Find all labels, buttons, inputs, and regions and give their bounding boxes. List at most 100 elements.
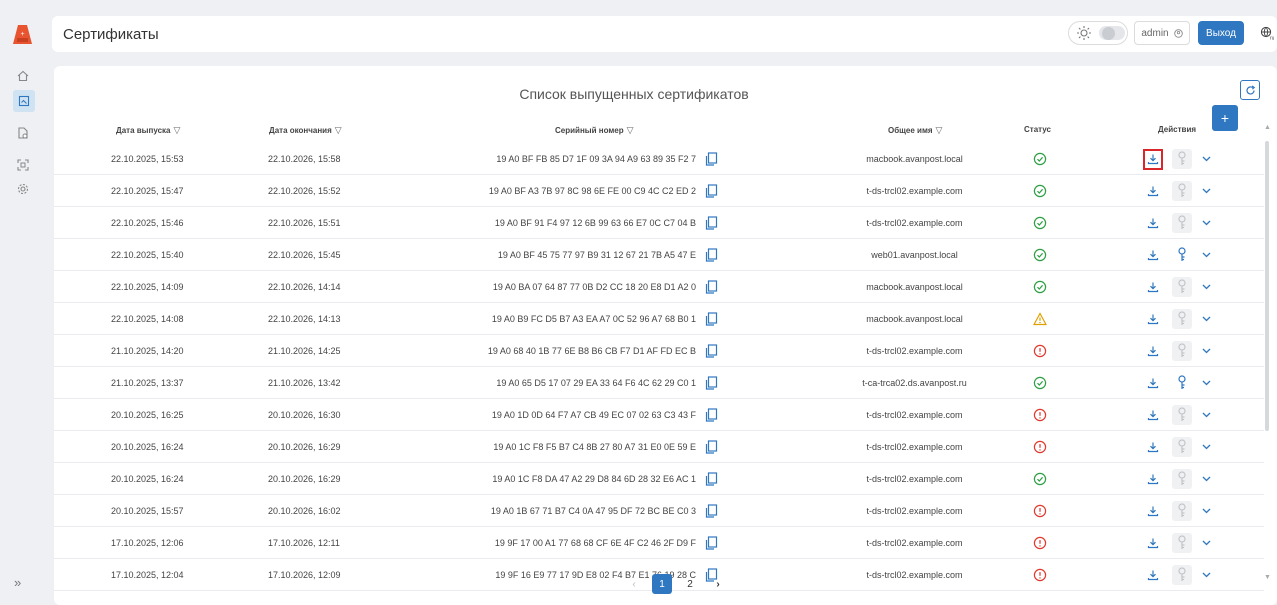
chevron-down-icon[interactable] (1199, 239, 1213, 271)
table-row[interactable]: 20.10.2025, 16:25 20.10.2026, 16:30 19 A0 … (54, 399, 1264, 431)
filter-icon[interactable]: ▽ (936, 125, 943, 136)
table-row[interactable]: 21.10.2025, 13:37 21.10.2026, 13:42 19 A0 … (54, 367, 1264, 399)
serial-number-cell: 19 A0 68 40 1B 77 6E B8 B6 CB F7 D1 AF F… (487, 346, 696, 356)
chevron-down-icon[interactable] (1199, 431, 1213, 463)
copy-icon[interactable] (705, 271, 718, 303)
table-row[interactable]: 20.10.2025, 15:57 20.10.2026, 16:02 19 A0 … (54, 495, 1264, 527)
status-ok-icon (1028, 175, 1052, 207)
chevron-down-icon[interactable] (1199, 143, 1213, 175)
chevron-down-icon[interactable] (1199, 495, 1213, 527)
copy-icon[interactable] (705, 143, 718, 175)
copy-icon[interactable] (705, 527, 718, 559)
chevron-down-icon[interactable] (1199, 335, 1213, 367)
scroll-thumb[interactable] (1265, 141, 1269, 431)
copy-icon[interactable] (705, 463, 718, 495)
next-page-button[interactable]: › (708, 574, 728, 594)
table-row[interactable]: 22.10.2025, 15:40 22.10.2026, 15:45 19 A0 … (54, 239, 1264, 271)
logout-button[interactable]: Выход (1198, 21, 1244, 45)
scroll-down-icon[interactable]: ▼ (1264, 574, 1271, 581)
chevron-down-icon[interactable] (1199, 207, 1213, 239)
page-button-2[interactable]: 2 (680, 574, 700, 594)
copy-icon[interactable] (705, 495, 718, 527)
page-button-1[interactable]: 1 (652, 574, 672, 594)
certificates-panel: Список выпущенных сертификатов + Дата вы… (54, 66, 1277, 605)
download-icon[interactable] (1143, 181, 1163, 202)
key-icon[interactable] (1172, 245, 1192, 265)
table-row[interactable]: 22.10.2025, 15:46 22.10.2026, 15:51 19 A0 … (54, 207, 1264, 239)
filter-icon[interactable]: ▽ (627, 125, 634, 136)
gear-icon[interactable] (14, 180, 32, 198)
sidebar-expand-button[interactable]: » (14, 575, 21, 590)
chevron-down-icon[interactable] (1199, 527, 1213, 559)
column-header-end-date[interactable]: Дата окончания ▽ (269, 125, 342, 136)
chevron-down-icon[interactable] (1199, 303, 1213, 335)
column-header-serial[interactable]: Серийный номер ▽ (555, 125, 634, 136)
download-icon[interactable] (1143, 373, 1163, 394)
chevron-down-icon[interactable] (1199, 559, 1213, 591)
table-row[interactable]: 20.10.2025, 16:24 20.10.2026, 16:29 19 A0 … (54, 463, 1264, 495)
language-icon[interactable]: ru (1260, 26, 1274, 40)
scan-icon[interactable] (14, 156, 32, 174)
download-icon[interactable] (1143, 213, 1163, 234)
home-icon[interactable] (14, 67, 32, 85)
username-label: admin (1141, 27, 1169, 39)
filter-icon[interactable]: ▽ (173, 125, 180, 136)
serial-number-cell: 19 A0 1C F8 F5 B7 C4 8B 27 80 A7 31 E0 0… (493, 442, 696, 452)
download-icon[interactable] (1143, 533, 1163, 554)
table-row[interactable]: 17.10.2025, 12:06 17.10.2026, 12:11 19 9F … (54, 527, 1264, 559)
table-row[interactable]: 22.10.2025, 14:09 22.10.2026, 14:14 19 A0 … (54, 271, 1264, 303)
common-name-cell: macbook.avanpost.local (866, 314, 963, 324)
table-row[interactable]: 22.10.2025, 15:47 22.10.2026, 15:52 19 A0 … (54, 175, 1264, 207)
download-icon[interactable] (1143, 565, 1163, 586)
issue-date-cell: 17.10.2025, 12:06 (111, 538, 184, 548)
copy-icon[interactable] (705, 303, 718, 335)
issue-date-cell: 22.10.2025, 14:09 (111, 282, 184, 292)
key-icon[interactable] (1172, 373, 1192, 393)
download-icon[interactable] (1143, 437, 1163, 458)
end-date-cell: 22.10.2026, 15:52 (268, 186, 341, 196)
column-header-issue-date[interactable]: Дата выпуска ▽ (116, 125, 180, 136)
certificates-icon[interactable] (13, 90, 35, 112)
scroll-up-icon[interactable]: ▲ (1264, 124, 1271, 131)
document-settings-icon[interactable] (14, 124, 32, 142)
download-icon[interactable] (1143, 148, 1163, 170)
chevron-down-icon[interactable] (1199, 463, 1213, 495)
status-ok-icon (1028, 463, 1052, 495)
copy-icon[interactable] (705, 335, 718, 367)
chevron-down-icon[interactable] (1199, 271, 1213, 303)
chevron-down-icon[interactable] (1199, 367, 1213, 399)
copy-icon[interactable] (705, 207, 718, 239)
download-icon[interactable] (1143, 245, 1163, 266)
copy-icon[interactable] (705, 367, 718, 399)
download-icon[interactable] (1143, 469, 1163, 490)
column-header-common-name[interactable]: Общее имя ▽ (888, 125, 942, 136)
download-icon[interactable] (1143, 341, 1163, 362)
copy-icon[interactable] (705, 239, 718, 271)
download-icon[interactable] (1143, 277, 1163, 298)
theme-toggle[interactable] (1068, 21, 1128, 45)
serial-number-cell: 19 A0 1B 67 71 B7 C4 0A 47 95 DF 72 BC B… (490, 506, 696, 516)
download-icon[interactable] (1143, 405, 1163, 426)
table-row[interactable]: 22.10.2025, 14:08 22.10.2026, 14:13 19 A0 … (54, 303, 1264, 335)
filter-icon[interactable]: ▽ (335, 125, 342, 136)
table-header: Дата выпуска ▽ Дата окончания ▽ Серийный н… (54, 125, 1264, 141)
download-icon[interactable] (1143, 309, 1163, 330)
copy-icon[interactable] (705, 175, 718, 207)
refresh-button[interactable] (1240, 80, 1260, 100)
app-logo-icon[interactable]: + (12, 24, 33, 45)
table-row[interactable]: 21.10.2025, 14:20 21.10.2026, 14:25 19 A0 … (54, 335, 1264, 367)
chevron-down-icon[interactable] (1199, 175, 1213, 207)
key-icon (1172, 213, 1192, 233)
download-icon[interactable] (1143, 501, 1163, 522)
issue-date-cell: 22.10.2025, 15:40 (111, 250, 184, 260)
scrollbar[interactable]: ▲ ▼ (1263, 124, 1271, 584)
user-menu-button[interactable]: admin (1134, 21, 1190, 45)
table-row[interactable]: 22.10.2025, 15:53 22.10.2026, 15:58 19 A0 … (54, 143, 1264, 175)
copy-icon[interactable] (705, 431, 718, 463)
copy-icon[interactable] (705, 399, 718, 431)
certificates-table: 22.10.2025, 15:53 22.10.2026, 15:58 19 A0 … (54, 143, 1264, 591)
table-row[interactable]: 20.10.2025, 16:24 20.10.2026, 16:29 19 A0 … (54, 431, 1264, 463)
key-icon (1172, 533, 1192, 553)
chevron-down-icon[interactable] (1199, 399, 1213, 431)
prev-page-button[interactable]: ‹ (624, 574, 644, 594)
